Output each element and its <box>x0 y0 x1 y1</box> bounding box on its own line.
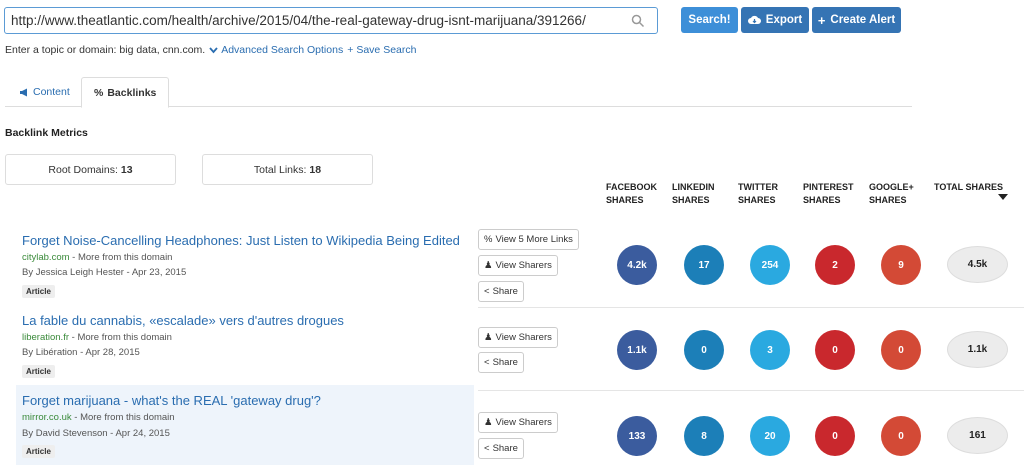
facebook-shares-count: 133 <box>617 416 657 456</box>
search-hint: Enter a topic or domain: big data, cnn.c… <box>5 44 417 56</box>
twitter-shares-count: 254 <box>750 245 790 285</box>
link-icon: % <box>94 86 104 99</box>
pinterest-shares-count: 0 <box>815 330 855 370</box>
tab-backlinks[interactable]: % Backlinks <box>81 77 170 108</box>
share-icon: < <box>484 286 490 297</box>
view-sharers-button[interactable]: ♟ View Sharers <box>478 327 558 348</box>
total-shares-count: 161 <box>947 417 1008 454</box>
twitter-shares-count: 20 <box>750 416 790 456</box>
view-sharers-button[interactable]: ♟ View Sharers <box>478 255 558 276</box>
facebook-shares-count: 1.1k <box>617 330 657 370</box>
linkedin-shares-count: 17 <box>684 245 724 285</box>
pinterest-shares-count: 0 <box>815 416 855 456</box>
article-byline: By Jessica Leigh Hester - Apr 23, 2015 <box>22 267 187 278</box>
users-icon: ♟ <box>484 417 493 428</box>
tab-bar: Content % Backlinks <box>5 77 912 108</box>
chevron-down-icon <box>209 46 218 53</box>
search-input[interactable] <box>5 8 615 33</box>
table-row: Forget Noise-Cancelling Headphones: Just… <box>16 228 474 302</box>
domain-link[interactable]: citylab.com <box>22 252 70 263</box>
cloud-download-icon <box>747 15 761 24</box>
article-type-badge: Article <box>22 445 55 458</box>
article-byline: By Libération - Apr 28, 2015 <box>22 347 140 358</box>
tab-content[interactable]: Content <box>7 77 82 107</box>
facebook-shares-count: 4.2k <box>617 245 657 285</box>
linkedin-shares-count: 0 <box>684 330 724 370</box>
share-button[interactable]: < Share <box>478 281 524 302</box>
linkedin-shares-count: 8 <box>684 416 724 456</box>
search-icon[interactable] <box>631 14 645 28</box>
col-twitter-shares[interactable]: TWITTER SHARES <box>738 181 778 207</box>
share-icon: < <box>484 443 490 454</box>
plus-icon: + <box>347 44 354 56</box>
save-search-link[interactable]: + Save Search <box>347 44 416 56</box>
share-icon: < <box>484 357 490 368</box>
pinterest-shares-count: 2 <box>815 245 855 285</box>
col-pinterest-shares[interactable]: PINTEREST SHARES <box>803 181 854 207</box>
share-button[interactable]: < Share <box>478 438 524 459</box>
total-links-metric: Total Links: 18 <box>202 154 373 185</box>
users-icon: ♟ <box>484 332 493 343</box>
export-button[interactable]: Export <box>741 7 809 33</box>
table-row: Forget marijuana - what's the REAL 'gate… <box>16 385 474 465</box>
article-domain: citylab.com - More from this domain <box>22 252 172 263</box>
row-divider <box>478 390 1024 391</box>
article-byline: By David Stevenson - Apr 24, 2015 <box>22 428 170 439</box>
article-title-link[interactable]: Forget marijuana - what's the REAL 'gate… <box>22 393 321 408</box>
col-facebook-shares[interactable]: FACEBOOK SHARES <box>606 181 657 207</box>
sort-desc-icon[interactable] <box>998 194 1008 200</box>
article-type-badge: Article <box>22 365 55 378</box>
twitter-shares-count: 3 <box>750 330 790 370</box>
article-title-link[interactable]: Forget Noise-Cancelling Headphones: Just… <box>22 233 460 248</box>
total-shares-count: 4.5k <box>947 246 1008 283</box>
megaphone-icon <box>20 88 27 96</box>
link-icon: % <box>484 234 493 245</box>
domain-link[interactable]: liberation.fr <box>22 332 69 343</box>
search-button[interactable]: Search! <box>681 7 738 33</box>
col-linkedin-shares[interactable]: LINKEDIN SHARES <box>672 181 715 207</box>
more-from-domain-link[interactable]: - More from this domain <box>72 332 172 343</box>
domain-link[interactable]: mirror.co.uk <box>22 412 72 423</box>
total-shares-count: 1.1k <box>947 331 1008 368</box>
google-shares-count: 0 <box>881 330 921 370</box>
plus-icon: + <box>817 12 826 28</box>
col-google-shares[interactable]: GOOGLE+ SHARES <box>869 181 914 207</box>
article-domain: liberation.fr - More from this domain <box>22 332 172 343</box>
create-alert-button[interactable]: + Create Alert <box>812 7 901 33</box>
search-box[interactable] <box>4 7 658 34</box>
google-shares-count: 9 <box>881 245 921 285</box>
article-domain: mirror.co.uk - More from this domain <box>22 412 175 423</box>
google-shares-count: 0 <box>881 416 921 456</box>
article-type-badge: Article <box>22 285 55 298</box>
more-from-domain-link[interactable]: - More from this domain <box>72 252 172 263</box>
advanced-search-link[interactable]: Advanced Search Options <box>209 44 343 56</box>
users-icon: ♟ <box>484 260 493 271</box>
table-row: La fable du cannabis, «escalade» vers d'… <box>16 309 474 383</box>
view-sharers-button[interactable]: ♟ View Sharers <box>478 412 558 433</box>
root-domains-metric: Root Domains: 13 <box>5 154 176 185</box>
section-title: Backlink Metrics <box>5 127 88 139</box>
col-total-shares[interactable]: TOTAL SHARES <box>934 181 1003 194</box>
share-button[interactable]: < Share <box>478 352 524 373</box>
row-divider <box>478 307 1024 308</box>
more-from-domain-link[interactable]: - More from this domain <box>74 412 174 423</box>
view-more-links-button[interactable]: % View 5 More Links <box>478 229 579 250</box>
article-title-link[interactable]: La fable du cannabis, «escalade» vers d'… <box>22 313 344 328</box>
